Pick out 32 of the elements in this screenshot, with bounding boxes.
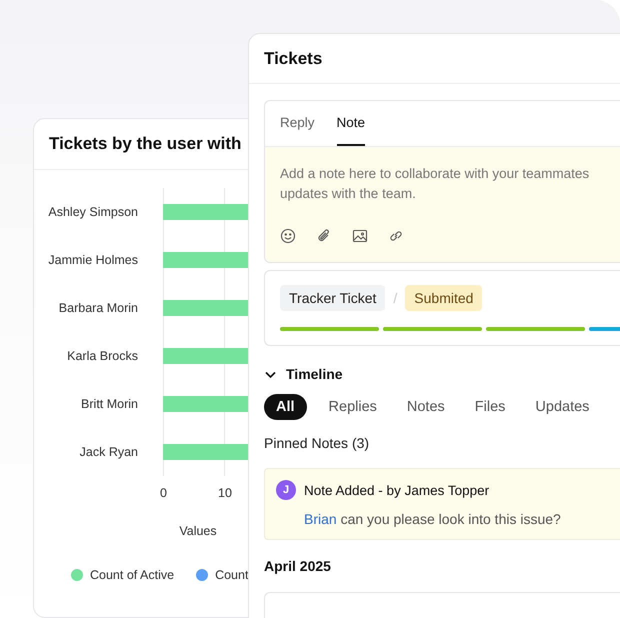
section-heading: Pinned Notes (3) (264, 435, 370, 451)
mention-link[interactable]: Brian (304, 511, 337, 527)
avatar: J (276, 480, 296, 500)
filter-tab[interactable]: Updates (527, 394, 598, 420)
image-icon[interactable] (352, 228, 368, 244)
category-label: Britt Morin (80, 397, 138, 411)
section-title: Timeline (286, 366, 343, 382)
axis-tick: 10 (218, 486, 232, 500)
filter-tab[interactable]: Notes (398, 394, 453, 420)
smiley-icon[interactable] (280, 228, 296, 244)
month-heading: April 2025 (264, 558, 332, 574)
filter-tab[interactable]: Replies (320, 394, 385, 420)
filter-tab[interactable]: All (264, 394, 307, 420)
category-label: Jammie Holmes (47, 253, 138, 267)
category-label: Barbara Morin (58, 301, 138, 315)
note-heading: Note Added - by James Topper (304, 482, 490, 498)
tab[interactable]: Reply (280, 101, 315, 146)
note-text: Brian can you please look into this issue? (304, 511, 562, 527)
type-tag: Tracker Ticket (280, 285, 386, 311)
category-label: Ashley Simpson (47, 205, 138, 219)
separator: / (393, 290, 398, 306)
category-label: Karla Brocks (66, 349, 138, 363)
paperclip-icon[interactable] (316, 228, 332, 244)
legend-label: Count (215, 568, 248, 582)
axis-tick: 0 (160, 486, 167, 500)
axis-label: Values (178, 524, 218, 538)
chart-title: Tickets by the user with (49, 134, 242, 154)
filter-tab[interactable]: Files (466, 394, 514, 420)
status-tag: Submited (405, 285, 482, 311)
category-label: Jack Ryan (78, 445, 138, 459)
legend-label: Count of Active (90, 568, 174, 582)
panel-title: Tickets (264, 48, 322, 68)
